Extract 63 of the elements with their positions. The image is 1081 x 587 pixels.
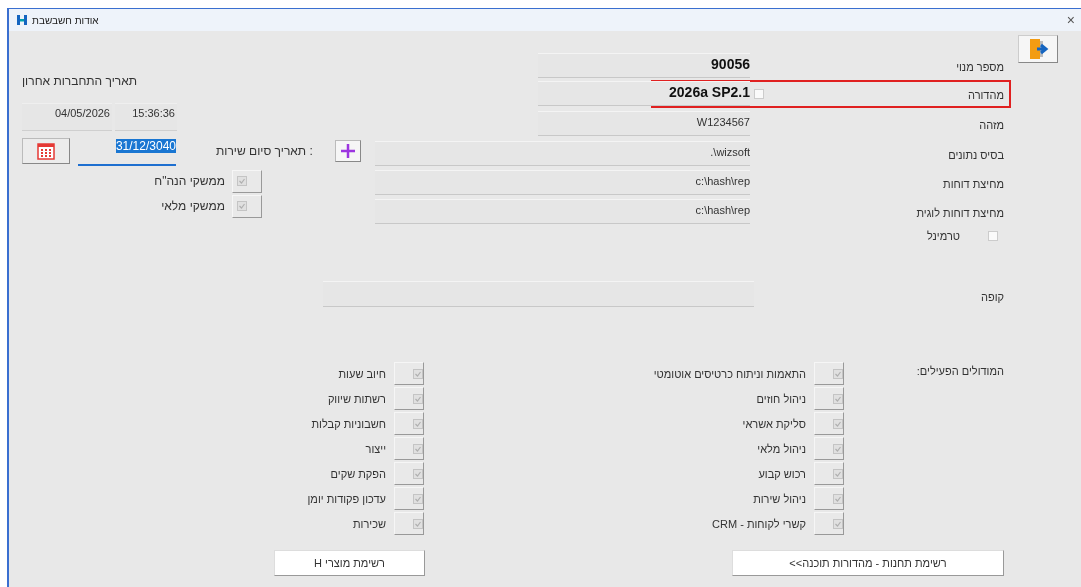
check-icon: [237, 201, 247, 211]
service-end-label: תאריך סיום שירות :: [216, 144, 313, 158]
exit-button[interactable]: [1018, 35, 1058, 63]
interface-label: ממשקי הנה"ח: [154, 174, 225, 188]
check-icon: [833, 468, 843, 479]
module-label: רכוש קבוע: [758, 467, 806, 480]
field-label: בסיס נתונים: [948, 149, 1004, 161]
service-end-date-field[interactable]: 31/12/3040: [78, 138, 176, 166]
check-icon: [413, 368, 423, 379]
module-label: רשתות שיווק: [327, 392, 386, 405]
terminal-checkbox[interactable]: [988, 231, 998, 241]
cash-register-label: קופה: [979, 290, 1004, 303]
module-label: ניהול חוזים: [756, 392, 806, 405]
calendar-button[interactable]: [22, 138, 70, 164]
close-button[interactable]: ×: [1064, 12, 1077, 28]
app-logo-icon: [17, 15, 27, 25]
module-label: חשבוניות קבלות: [311, 417, 386, 430]
check-icon: [413, 518, 423, 529]
module-label: התאמות וניתוח כרטיסים אוטומטי: [653, 367, 806, 380]
plus-icon: [339, 143, 356, 159]
window-title: אודות חשבשבת: [32, 14, 99, 26]
calendar-icon: [36, 141, 56, 161]
module-label: ניהול מלאי: [757, 442, 806, 455]
info-field: .\wizsoft: [375, 141, 750, 166]
check-icon: [833, 418, 843, 429]
time-display: 15:36:36: [115, 103, 177, 131]
add-button[interactable]: [334, 140, 361, 162]
module-label: ניהול שירות: [753, 492, 806, 505]
check-icon: [833, 518, 843, 529]
module-label: הפקת שקים: [330, 467, 386, 480]
interface-label: ממשקי מלאי: [161, 199, 225, 213]
active-modules-label: המודולים הפעילים:: [915, 364, 1004, 377]
info-field: W1234567: [538, 111, 750, 136]
check-icon: [833, 393, 843, 404]
field-label: מזהה: [979, 119, 1004, 131]
info-field: c:\hash\rep: [375, 199, 750, 224]
last-connection-label: תאריך התחברות אחרון: [22, 73, 139, 90]
info-field: c:\hash\rep: [375, 170, 750, 195]
field-label: מספר מנוי: [956, 61, 1004, 73]
date-display: 04/05/2026: [22, 103, 112, 131]
check-icon: [413, 493, 423, 504]
check-icon: [413, 418, 423, 429]
check-icon: [413, 443, 423, 454]
terminal-label: טרמינל: [926, 230, 960, 242]
module-label: שכירות: [353, 517, 386, 530]
products-list-button[interactable]: רשימת מוצרי H: [274, 550, 425, 576]
check-icon: [237, 176, 247, 186]
info-field: 90056: [538, 53, 750, 78]
module-label: סליקת אשראי: [742, 417, 806, 430]
version-checkbox[interactable]: [754, 89, 764, 99]
check-icon: [413, 393, 423, 404]
field-label: מחיצת דוחות: [943, 178, 1004, 190]
check-icon: [833, 493, 843, 504]
module-label: חיוב שעות: [338, 367, 386, 380]
check-icon: [833, 368, 843, 379]
check-icon: [413, 468, 423, 479]
field-label: מהדורה: [968, 89, 1004, 101]
field-label: מחיצת דוחות לוגית: [916, 207, 1004, 219]
module-label: עדכון פקודות יומן: [307, 492, 386, 505]
module-label: ייצור: [365, 442, 386, 455]
module-label: קשרי לקוחות - CRM: [712, 517, 806, 530]
check-icon: [833, 443, 843, 454]
stations-list-button[interactable]: רשימת תחנות - מהדורות תוכנה>>: [732, 550, 1004, 576]
